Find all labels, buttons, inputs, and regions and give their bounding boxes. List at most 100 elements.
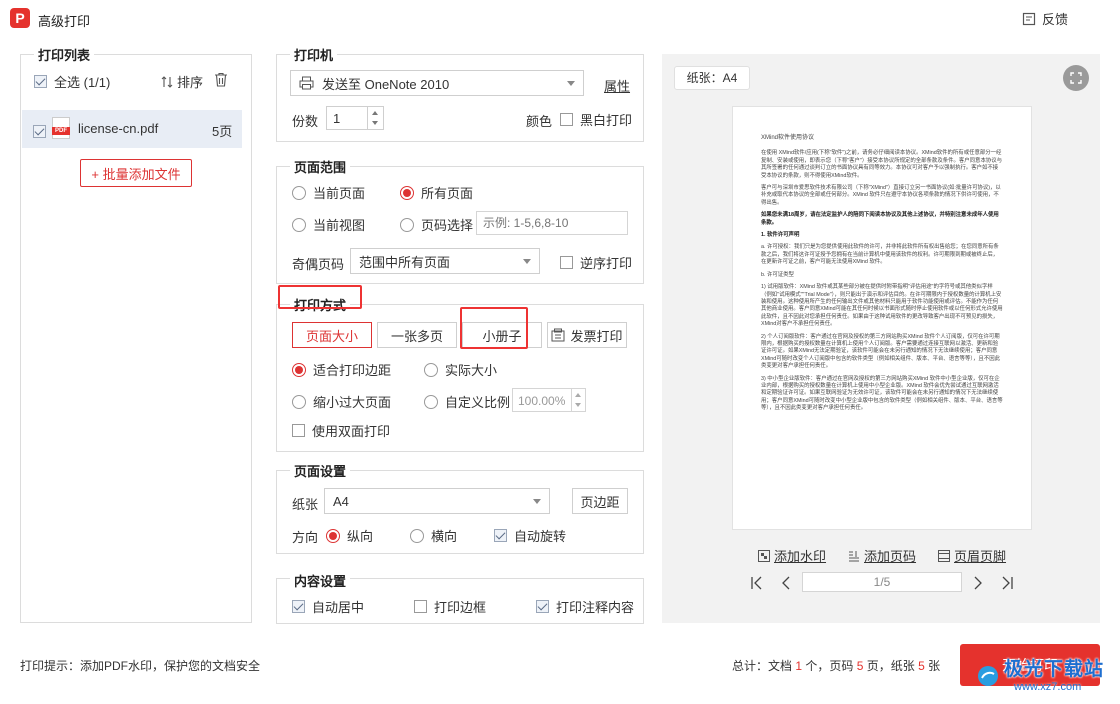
watermark-icon — [758, 549, 770, 562]
add-files-button[interactable]: + 批量添加文件 — [80, 159, 192, 187]
header-footer-button[interactable]: 页眉页脚 — [938, 546, 1006, 565]
duplex-label: 使用双面打印 — [312, 424, 391, 439]
printer-title: 打印机 — [290, 45, 338, 64]
print-border-checkbox[interactable]: 打印边框 — [414, 597, 486, 616]
sort-icon — [161, 75, 173, 88]
radio-icon — [400, 185, 414, 200]
summary-text: 页，纸张 — [863, 659, 919, 673]
chevron-right-icon — [974, 576, 982, 590]
radio-landscape[interactable]: 横向 — [410, 526, 457, 545]
radio-icon — [292, 362, 306, 377]
radio-page-select[interactable]: 页码选择 — [400, 215, 473, 234]
add-page-number-label: 添加页码 — [864, 549, 917, 564]
print-border-label: 打印边框 — [434, 600, 487, 615]
radio-custom-scale[interactable]: 自定义比例 — [424, 392, 510, 411]
start-print-button[interactable]: 开始打印 — [960, 644, 1100, 686]
auto-center-checkbox[interactable]: 自动居中 — [292, 597, 364, 616]
file-checkbox[interactable] — [33, 125, 46, 139]
invoice-icon — [551, 328, 565, 342]
radio-shrink-large[interactable]: 缩小过大页面 — [292, 392, 391, 411]
header-footer-icon — [938, 549, 950, 562]
reverse-label: 逆序打印 — [580, 256, 633, 271]
doc-paragraph: a. 许可授权：我们只是为您提供使用此软件的许可，并非将此软件所有权出售给您；在… — [761, 244, 999, 266]
stepper-buttons — [367, 107, 383, 129]
duplex-check-icon — [292, 424, 305, 437]
doc-heading: b. 许可证类型 — [761, 271, 794, 278]
margins-button[interactable]: 页边距 — [572, 488, 628, 514]
printer-icon — [299, 76, 314, 90]
chevron-down-icon — [533, 498, 541, 504]
first-page-icon — [751, 576, 762, 590]
auto-center-label: 自动居中 — [312, 600, 365, 615]
doc-paragraph: 1) 试用版软件：XMind 软件或其某些部分被在提供时附带指明"评估用途"的字… — [761, 284, 1003, 328]
paper-value: A4 — [333, 493, 349, 509]
next-page-button[interactable] — [972, 576, 984, 593]
radio-current-view[interactable]: 当前视图 — [292, 215, 365, 234]
summary-text: 张 — [924, 659, 941, 673]
booklet-highlight — [460, 307, 528, 349]
tab-page-size[interactable]: 页面大小 — [292, 322, 372, 348]
reverse-print-checkbox[interactable]: 逆序打印 — [560, 253, 632, 272]
first-page-button[interactable] — [750, 576, 764, 593]
printer-properties-link[interactable]: 属性 — [604, 76, 630, 95]
doc-bold-text: 如果您未满18周岁，请在法定监护人的陪同下阅读本协议及其他上述协议，并特别注意未… — [761, 212, 999, 226]
page-select-input[interactable] — [476, 211, 628, 235]
scale-stepper[interactable]: 100.00% — [512, 388, 586, 412]
current-view-label: 当前视图 — [313, 218, 366, 233]
stepper-up-icon[interactable] — [372, 111, 378, 115]
printer-select[interactable]: 发送至 OneNote 2010 — [290, 70, 584, 96]
stepper-up-icon[interactable] — [575, 393, 581, 397]
preview-page: XMind软件使用协议 在使用 XMind软件/应用(下称"软件")之前，请务必… — [732, 106, 1032, 530]
summary-text: 个，页码 — [802, 659, 857, 673]
stepper-down-icon[interactable] — [372, 121, 378, 125]
feedback-label: 反馈 — [1042, 12, 1069, 27]
duplex-checkbox[interactable]: 使用双面打印 — [292, 421, 390, 440]
stepper-down-icon[interactable] — [575, 403, 581, 407]
file-name: license-cn.pdf — [78, 121, 159, 136]
header-footer-label: 页眉页脚 — [954, 549, 1007, 564]
radio-fit-margins[interactable]: 适合打印边距 — [292, 360, 391, 379]
select-all-checkbox[interactable]: 全选 (1/1) — [34, 72, 110, 91]
page-indicator[interactable]: 1/5 — [802, 572, 962, 592]
doc-paragraph: 3) 中小型企业版软件：客户通过在官网及授权的第三方网站购买XMind 软件中小… — [761, 375, 1003, 412]
auto-rotate-label: 自动旋转 — [514, 529, 567, 544]
fullscreen-icon — [1070, 72, 1082, 84]
print-annotations-checkbox[interactable]: 打印注释内容 — [536, 597, 634, 616]
auto-rotate-checkbox[interactable]: 自动旋转 — [494, 526, 566, 545]
radio-icon — [424, 394, 438, 409]
tab-invoice-print[interactable]: 发票打印 — [547, 322, 627, 348]
landscape-label: 横向 — [431, 529, 458, 544]
fullscreen-button[interactable] — [1063, 65, 1089, 91]
prev-page-button[interactable] — [780, 576, 792, 593]
radio-actual-size[interactable]: 实际大小 — [424, 360, 497, 379]
content-setup-title: 内容设置 — [290, 571, 351, 590]
radio-current-page[interactable]: 当前页面 — [292, 183, 365, 202]
copies-stepper[interactable]: 1 — [326, 106, 384, 130]
chevron-down-icon — [523, 258, 531, 264]
radio-portrait[interactable]: 纵向 — [326, 526, 373, 545]
last-page-icon — [1002, 576, 1013, 590]
last-page-button[interactable] — [1000, 576, 1014, 593]
bw-print-check-icon — [560, 113, 573, 126]
paper-badge: 纸张：A4 — [674, 66, 750, 90]
paper-select[interactable]: A4 — [324, 488, 550, 514]
summary-paper-count: 5 — [918, 659, 925, 673]
sort-button[interactable]: 排序 — [160, 72, 203, 91]
invoice-label: 发票打印 — [570, 328, 623, 344]
add-page-number-button[interactable]: 添加页码 — [848, 546, 916, 565]
radio-all-pages[interactable]: 所有页面 — [400, 183, 473, 202]
odd-even-select[interactable]: 范围中所有页面 — [350, 248, 540, 274]
feedback-icon — [1022, 12, 1036, 25]
feedback-button[interactable]: 反馈 — [1022, 9, 1068, 28]
add-watermark-button[interactable]: 添加水印 — [758, 546, 826, 565]
page-number-icon — [849, 550, 859, 561]
tab-multi-page[interactable]: 一张多页 — [377, 322, 457, 348]
chevron-down-icon — [567, 80, 575, 86]
bw-print-checkbox[interactable]: 黑白打印 — [560, 110, 632, 129]
delete-button[interactable] — [214, 72, 228, 90]
current-page-label: 当前页面 — [313, 186, 366, 201]
radio-icon — [326, 528, 340, 543]
app-logo-icon: P — [10, 8, 30, 28]
file-list-item[interactable]: PDF license-cn.pdf 5页 — [22, 110, 242, 148]
page-setup-title: 页面设置 — [290, 461, 351, 480]
